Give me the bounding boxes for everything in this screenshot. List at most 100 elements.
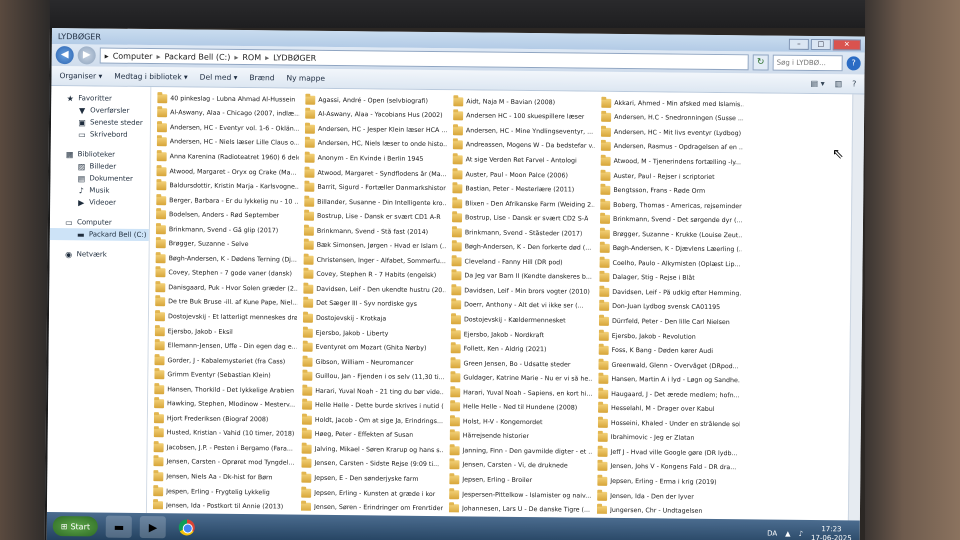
folder-list-item[interactable]: Andersen, HC - Mit livs eventyr (Lydbog) xyxy=(600,125,743,141)
folder-list-item[interactable]: Anna Karenina (Radioteatret 1960) 6 dele xyxy=(156,149,299,165)
folder-list-item[interactable]: Hawking, Stephen, Mlodinow - Mesterv... xyxy=(154,397,296,413)
folder-list-item[interactable]: Andersen HC - 100 skuespillere læser xyxy=(453,109,595,125)
new-folder-button[interactable]: Ny mappe xyxy=(286,73,325,82)
preview-pane-icon[interactable]: ▥ xyxy=(835,79,843,88)
folder-list-item[interactable]: Auster, Paul - Moon Palce (2006) xyxy=(452,167,594,183)
folder-list-item[interactable]: Don-Juan Lydbog svensk CA01195 xyxy=(599,299,741,315)
folder-list-item[interactable]: Bengtsson, Frans - Røde Orm xyxy=(600,183,742,199)
folder-list-item[interactable]: Covey, Stephen - 7 gode vaner (dansk) xyxy=(155,266,297,282)
folder-list-item[interactable]: Guillou, Jan - Fjenden i os selv (11,30 … xyxy=(302,369,444,385)
folder-list-item[interactable]: Jensen, Ida - Den der lyver xyxy=(597,489,739,505)
folder-list-item[interactable]: Hesselahl, M - Drager over Kabul xyxy=(597,401,740,417)
folder-list-item[interactable]: Ejersbo, Jakob - Nordkraft xyxy=(450,327,593,343)
folder-list-item[interactable]: Christensen, Inger - Alfabet, Sommerfu..… xyxy=(303,253,446,269)
folder-list-item[interactable]: Jalving, Mikael - Søren Krarup og hans s… xyxy=(301,442,444,458)
folder-list-item[interactable]: Jeff J - Hvad ville Google gøre (DR lydb… xyxy=(597,445,740,461)
share-button[interactable]: Del med ▾ xyxy=(200,73,238,82)
folder-list-item[interactable]: Andersen, HC - Mine Yndlingseventyr, ... xyxy=(452,123,595,139)
search-input[interactable] xyxy=(776,58,833,68)
folder-list-item[interactable]: Janning, Finn - Den gavmilde digter - et… xyxy=(449,443,592,459)
folder-list-item[interactable]: Boberg, Thomas - Americas, rejseminder xyxy=(600,198,742,214)
clock[interactable]: 17:23 17-06-2025 xyxy=(811,525,852,540)
folder-list-item[interactable]: Bodelsen, Anders - Rød September xyxy=(156,207,298,223)
folder-list-item[interactable]: Hansen, Thorkild - Det lykkelige Arabien xyxy=(154,382,296,398)
folder-list-item[interactable]: Husted, Kristian - Vahid (10 timer, 2018… xyxy=(153,426,296,442)
start-button[interactable]: ⊞ Start xyxy=(52,516,99,537)
folder-list-item[interactable]: Andersen, H.C - Snedronningen (Susse ... xyxy=(601,110,743,126)
folder-list-item[interactable]: Atwood, M - Tjenerindens fortælling -ly.… xyxy=(600,154,743,170)
folder-list-item[interactable]: Davidsen, Leif - På udkig efter Hemming.… xyxy=(599,285,741,301)
folder-list-item[interactable]: Jensen, Johs V - Kongens Fald - DR dra..… xyxy=(597,459,739,475)
folder-list-item[interactable]: Hosseini, Khaled - Under en strålende so… xyxy=(597,416,740,432)
folder-list-item[interactable]: Helle Helle - Ned til Hundene (2008) xyxy=(450,400,592,416)
folder-list-item[interactable]: Jepsen, Erling - Broiler xyxy=(449,472,591,488)
folder-list-item[interactable]: Dostojevskij - Kældermennesket xyxy=(450,312,593,328)
folder-list-item[interactable]: Coelho, Paulo - Alkymisten (Oplæst Lip..… xyxy=(599,256,741,272)
folder-list-item[interactable]: Greenwald, Glenn - Overvåget (DRpod... xyxy=(598,358,740,374)
folder-list-item[interactable]: Davidsen, Leif - Min brors vogter (2010) xyxy=(451,283,593,299)
nav-item-documents[interactable]: ▤ Dokumenter xyxy=(50,172,149,185)
minimize-button[interactable]: – xyxy=(788,38,809,50)
chrome-taskbar-icon[interactable] xyxy=(174,516,200,538)
folder-list-item[interactable]: Andreassen, Mogens W - Da bedstefar v... xyxy=(452,138,595,154)
folder-list-item[interactable]: Ibrahimovic - Jeg er Zlatan xyxy=(597,430,740,446)
help-button-icon[interactable]: ? xyxy=(852,79,856,88)
folder-list-item[interactable]: Andersen, HC - Eventyr vol. 1-6 - Oklän.… xyxy=(156,120,299,136)
folder-list-item[interactable]: Blixen - Den Afrikanske Farm (Weiding 2.… xyxy=(452,196,594,212)
folder-list-item[interactable]: Bøgh-Andersen, K - Den forkerte død (... xyxy=(451,240,594,256)
nav-network-header[interactable]: ◉ Netværk xyxy=(50,248,149,261)
breadcrumb-rom[interactable]: ROM xyxy=(242,53,261,62)
nav-libraries-header[interactable]: ▦ Biblioteker xyxy=(51,148,150,161)
folder-list-item[interactable]: Ellemann-Jensen, Uffe - Din egen dag e..… xyxy=(154,338,297,354)
folder-list-item[interactable]: Brinkmann, Svend - Gå glip (2017) xyxy=(155,222,298,238)
folder-list-item[interactable]: Bastian, Peter - Mesterlære (2011) xyxy=(452,182,594,198)
nav-item-downloads[interactable]: ▼ Overførsler xyxy=(51,104,150,117)
help-icon[interactable]: ? xyxy=(846,56,861,71)
folder-list-item[interactable]: Green Jensen, Bo - Udsatte steder xyxy=(450,356,592,372)
folder-list-item[interactable]: Da Jeg var Barn II (Kendte danskeres b..… xyxy=(451,269,593,285)
folder-list-item[interactable]: 40 pinkeslag - Lubna Ahmad Al-Hussein xyxy=(157,91,299,107)
folder-list-item[interactable]: Jepsen, Erling - Erma i krig (2019) xyxy=(597,474,739,490)
folder-list-item[interactable]: De tre Buk Bruse -ill. af Kune Pape, Nie… xyxy=(155,295,297,311)
folder-list-item[interactable]: Dostojevskij - Et latterligt menneskes d… xyxy=(154,309,297,325)
folder-list-item[interactable]: Aidt, Naja M - Bavian (2008) xyxy=(453,94,595,110)
folder-list-item[interactable]: Grimm Eventyr (Sebastian Klein) xyxy=(154,368,296,384)
volume-icon[interactable]: ♪ xyxy=(799,530,804,538)
folder-list-item[interactable]: Eventyret om Mozart (Ghita Nørby) xyxy=(302,340,445,356)
search-box[interactable] xyxy=(772,54,843,72)
folder-list-item[interactable]: Bostrup, Lise - Dansk er svært CD2 S-Å xyxy=(451,211,594,227)
folder-list-item[interactable]: Jensen, Niels Aa - Dk-hist for Børn xyxy=(153,469,295,485)
breadcrumb-lydboger[interactable]: LYDBØGER xyxy=(273,53,316,62)
folder-list-item[interactable]: Berger, Barbara - Er du lykkelig nu - 10… xyxy=(156,193,298,209)
folder-list-item[interactable]: Bostrup, Lise - Dansk er svært CD1 A-R xyxy=(303,209,446,225)
folder-list-item[interactable]: Andersen, HC - Niels læser Lille Claus o… xyxy=(156,135,299,151)
folder-list-item[interactable]: Doerr, Anthony - Alt det vi ikke ser (..… xyxy=(451,298,593,314)
folder-list-item[interactable]: Jensen, Ida - Postkort til Annie (2013) xyxy=(152,498,295,511)
explorer-taskbar-icon[interactable]: ▬ xyxy=(105,515,133,538)
folder-list-item[interactable]: Ejersbo, Jakob - Liberty xyxy=(302,325,445,341)
view-options-icon[interactable]: ▤ ▾ xyxy=(810,79,824,88)
close-button[interactable]: ✕ xyxy=(832,38,861,50)
folder-list-item[interactable]: Andersen, HC, Niels læser to onde histo.… xyxy=(304,136,447,152)
folder-list-item[interactable]: Jensen, Søren - Erindringer om Frenrtide… xyxy=(300,500,443,512)
network-tray-icon[interactable]: ▲ xyxy=(785,530,790,538)
folder-list-item[interactable]: Billander, Susanne - Din Intelligente kr… xyxy=(304,194,446,210)
folder-list-item[interactable]: Covey, Stephen R - 7 Habits (engelsk) xyxy=(303,267,445,283)
folder-list-item[interactable]: Det Sæger III - Syv nordiske gys xyxy=(303,296,445,312)
folder-list-item[interactable]: Jespen, Erling - Frygtelig Lykkelig xyxy=(153,484,295,500)
folder-list-item[interactable]: Dalager, Stig - Rejse i Blåt xyxy=(599,270,741,286)
folder-list-item[interactable]: Danisgaard, Puk - Hvor Solen græder (2..… xyxy=(155,280,297,296)
back-button[interactable]: ◀ xyxy=(55,46,74,65)
folder-list-item[interactable]: Baldursdottir, Kristin Marja - Karlsvogn… xyxy=(156,178,298,194)
folder-list-item[interactable]: Ejersbo, Jakob - Eksil xyxy=(154,324,297,340)
folder-list-item[interactable]: Foss, K Bang - Døden kører Audi xyxy=(598,343,741,359)
organize-button[interactable]: Organiser ▾ xyxy=(59,71,102,80)
folder-list-item[interactable]: Dostojevskij - Krotkaja xyxy=(302,311,445,327)
folder-list-item[interactable]: Brinkmann, Svend - Ståsteder (2017) xyxy=(451,225,594,241)
folder-list-item[interactable]: Hårrejsende historier xyxy=(449,429,592,445)
folder-list-item[interactable]: Haugaard, J - Det ærede medlem; hofn... xyxy=(598,387,740,403)
folder-list-item[interactable]: Gorder, J - Kabalemysteriet (fra Cass) xyxy=(154,353,296,369)
folder-list-item[interactable]: Follett, Ken - Aldrig (2021) xyxy=(450,342,593,358)
folder-list-item[interactable]: Bæk Simonsen, Jørgen - Hvad er Islam (..… xyxy=(303,238,446,254)
folder-list-item[interactable]: Atwood, Margaret - Syndflodens år (Ma... xyxy=(304,165,447,181)
